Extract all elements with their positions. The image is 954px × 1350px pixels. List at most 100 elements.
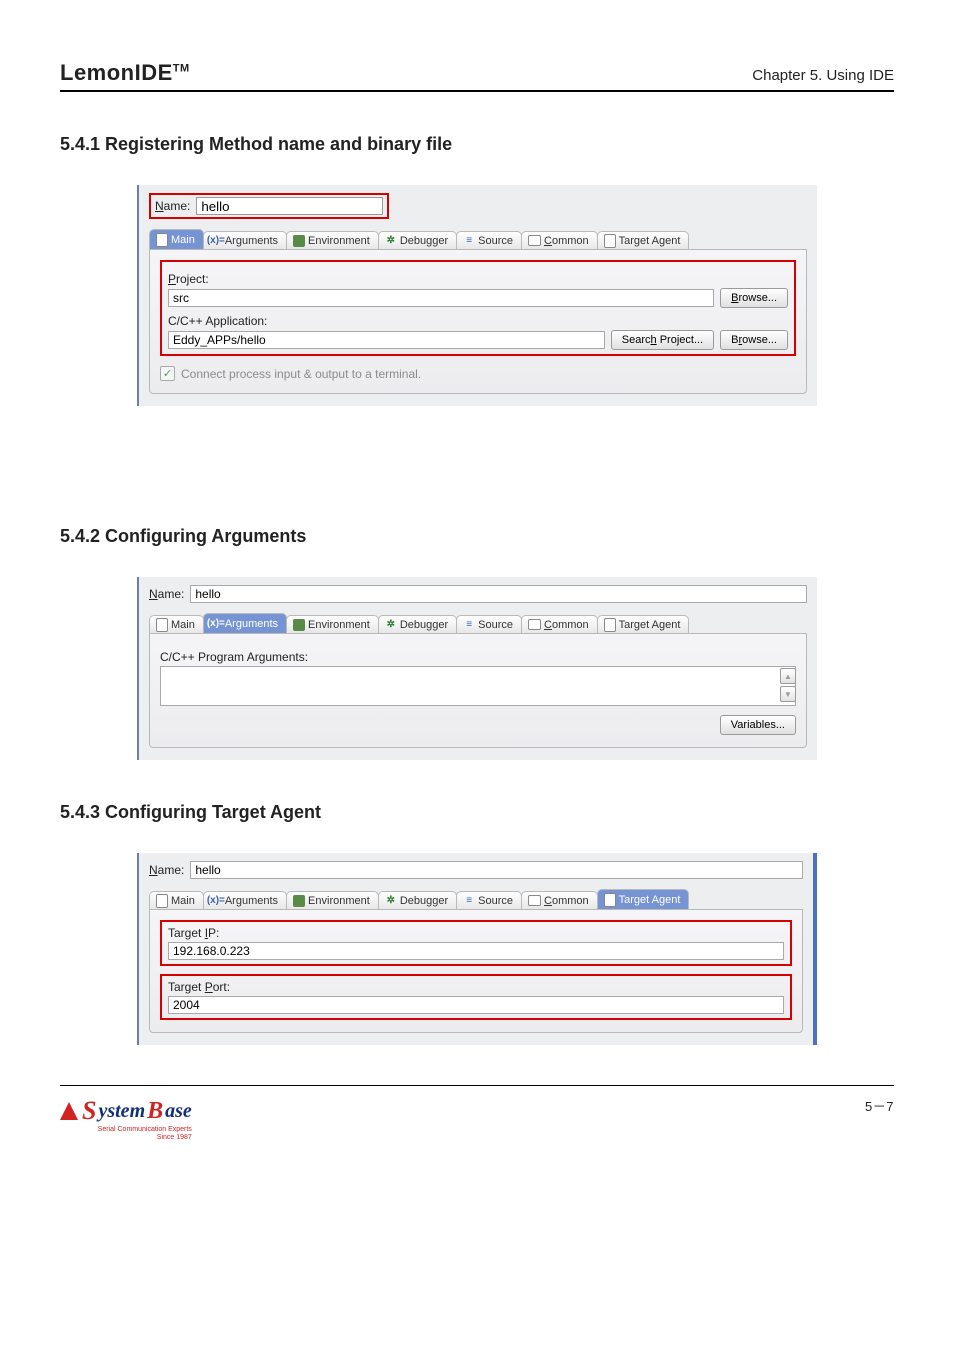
footer-logo: S ystem B ase Serial Communication Exper… <box>60 1096 192 1141</box>
tab-debugger-label: Debugger <box>400 619 448 631</box>
application-input[interactable] <box>168 331 605 349</box>
application-label: C/C++ Application: <box>168 314 788 328</box>
tab-common[interactable]: Common <box>521 891 598 909</box>
doc-icon <box>156 894 168 908</box>
target-port-label: Target Port: <box>168 980 784 994</box>
tab-debugger-label: Debugger <box>400 235 448 247</box>
tab-strip: Main (x)= Arguments Environment ✲ Debugg… <box>149 227 807 250</box>
tab-main[interactable]: Main <box>149 229 204 249</box>
target-port-input[interactable] <box>168 996 784 1014</box>
tab-main-label: Main <box>171 895 195 907</box>
tab-target-agent-label: Target Agent <box>619 235 681 247</box>
name-input[interactable] <box>190 585 807 603</box>
project-label: Project: <box>168 272 788 286</box>
tab-main[interactable]: Main <box>149 615 204 633</box>
tab-source[interactable]: ≡ Source <box>456 615 522 633</box>
bug-icon: ✲ <box>385 895 397 907</box>
doc-icon <box>156 233 168 247</box>
common-icon <box>528 895 541 906</box>
tab-common-label: Common <box>544 619 589 631</box>
logo-triangle-icon <box>60 1102 78 1120</box>
section-heading-541: 5.4.1 Registering Method name and binary… <box>60 134 894 155</box>
search-project-button[interactable]: Search Project... <box>611 330 714 350</box>
project-browse-button[interactable]: Browse... <box>720 288 788 308</box>
chapter-label: Chapter 5. Using IDE <box>752 67 894 84</box>
program-arguments-input[interactable] <box>160 666 796 706</box>
tab-target-agent[interactable]: Target Agent <box>597 889 690 909</box>
common-icon <box>528 235 541 246</box>
tab-common-label: Common <box>544 895 589 907</box>
env-icon <box>293 619 305 631</box>
name-input[interactable] <box>190 861 803 879</box>
tab-target-agent-label: Target Agent <box>619 619 681 631</box>
tab-debugger[interactable]: ✲ Debugger <box>378 231 457 249</box>
name-field-highlight: Name: <box>149 193 389 219</box>
trademark: TM <box>173 63 190 75</box>
logo-tagline-2: Since 1987 <box>60 1134 192 1142</box>
logo-tagline: Serial Communication Experts Since 1987 <box>60 1126 192 1141</box>
tab-environment[interactable]: Environment <box>286 231 379 249</box>
bug-icon: ✲ <box>385 235 397 247</box>
logo-b: B <box>147 1098 163 1125</box>
name-input[interactable] <box>196 197 383 215</box>
variables-button[interactable]: Variables... <box>720 715 796 735</box>
tab-body-arguments: C/C++ Program Arguments: ▲ ▼ Variables..… <box>149 634 807 748</box>
connect-terminal-checkbox[interactable]: ✓ <box>160 366 175 381</box>
tab-main[interactable]: Main <box>149 891 204 909</box>
tab-common-label: Common <box>544 235 589 247</box>
target-ip-input[interactable] <box>168 942 784 960</box>
tab-debugger[interactable]: ✲ Debugger <box>378 891 457 909</box>
name-label: Name: <box>155 199 190 213</box>
panel-arguments: Name: Main (x)= Arguments Environment ✲ … <box>137 577 817 760</box>
source-icon: ≡ <box>463 235 475 247</box>
tab-environment-label: Environment <box>308 235 370 247</box>
env-icon <box>293 235 305 247</box>
tab-source-label: Source <box>478 895 513 907</box>
logo-ase: ase <box>165 1100 192 1123</box>
tab-environment-label: Environment <box>308 619 370 631</box>
connect-terminal-row: ✓ Connect process input & output to a te… <box>160 366 796 381</box>
tab-arguments[interactable]: (x)= Arguments <box>203 231 287 249</box>
logo-tagline-1: Serial Communication Experts <box>60 1126 192 1134</box>
application-browse-button[interactable]: Browse... <box>720 330 788 350</box>
tab-source[interactable]: ≡ Source <box>456 891 522 909</box>
tab-arguments[interactable]: (x)= Arguments <box>203 891 287 909</box>
tab-environment-label: Environment <box>308 895 370 907</box>
tab-environment[interactable]: Environment <box>286 615 379 633</box>
tab-target-agent[interactable]: Target Agent <box>597 615 690 633</box>
tab-source[interactable]: ≡ Source <box>456 231 522 249</box>
tab-common[interactable]: Common <box>521 231 598 249</box>
tab-arguments[interactable]: (x)= Arguments <box>203 613 287 633</box>
section-heading-542: 5.4.2 Configuring Arguments <box>60 526 894 547</box>
project-input[interactable] <box>168 289 714 307</box>
tab-strip: Main (x)= Arguments Environment ✲ Debugg… <box>149 887 803 910</box>
tab-target-agent[interactable]: Target Agent <box>597 231 690 249</box>
doc-icon <box>604 618 616 632</box>
connect-terminal-label: Connect process input & output to a term… <box>181 367 421 381</box>
scroll-down-button[interactable]: ▼ <box>780 686 796 702</box>
page-title: LemonIDETM <box>60 60 190 86</box>
target-port-highlight: Target Port: <box>160 974 792 1020</box>
tab-arguments-label: Arguments <box>225 618 278 630</box>
doc-icon <box>604 893 616 907</box>
scroll-up-button[interactable]: ▲ <box>780 668 796 684</box>
doc-icon <box>156 618 168 632</box>
tab-arguments-label: Arguments <box>225 235 278 247</box>
tab-debugger-label: Debugger <box>400 895 448 907</box>
tab-main-label: Main <box>171 234 195 246</box>
name-label: Name: <box>149 587 184 601</box>
tab-debugger[interactable]: ✲ Debugger <box>378 615 457 633</box>
tab-source-label: Source <box>478 235 513 247</box>
tab-environment[interactable]: Environment <box>286 891 379 909</box>
tab-body-target-agent: Target IP: Target Port: <box>149 910 803 1033</box>
tab-target-agent-label: Target Agent <box>619 894 681 906</box>
tab-arguments-label: Arguments <box>225 895 278 907</box>
logo-s: S <box>82 1096 96 1126</box>
panel-main: Name: Main (x)= Arguments Environment ✲ … <box>137 185 817 406</box>
tab-common[interactable]: Common <box>521 615 598 633</box>
tab-source-label: Source <box>478 619 513 631</box>
target-ip-highlight: Target IP: <box>160 920 792 966</box>
source-icon: ≡ <box>463 619 475 631</box>
name-label: Name: <box>149 863 184 877</box>
args-icon: (x)= <box>210 235 222 247</box>
